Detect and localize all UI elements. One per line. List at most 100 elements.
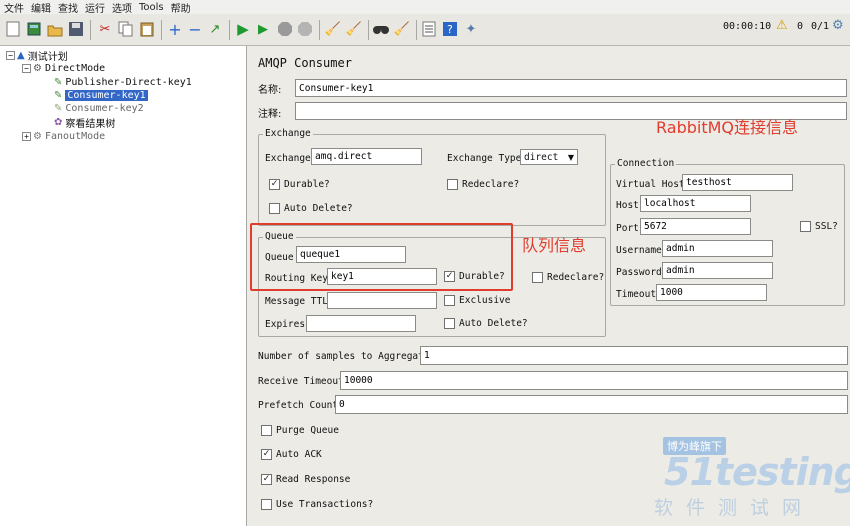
help-icon[interactable]: ? — [441, 20, 459, 38]
port-input[interactable] — [640, 218, 751, 235]
menu-file[interactable]: 文件 — [4, 0, 24, 15]
queue-redeclare-checkbox[interactable]: Redeclare? — [532, 272, 604, 283]
clear-all-icon[interactable]: 🧹 — [345, 20, 363, 38]
menu-run[interactable]: 运行 — [85, 0, 105, 15]
menu-help[interactable]: 帮助 — [171, 0, 191, 15]
prefetch-count-label: Prefetch Count — [258, 400, 339, 411]
open-icon[interactable] — [46, 20, 64, 38]
expand-icon[interactable]: + — [166, 20, 184, 39]
menu-search[interactable]: 查找 — [58, 0, 78, 15]
shutdown-icon[interactable] — [296, 20, 314, 38]
remote-icon[interactable]: ✦ — [462, 20, 480, 38]
toolbar-separator — [161, 20, 162, 40]
purge-queue-checkbox[interactable]: Purge Queue — [261, 425, 339, 436]
checkmark-icon: ✓ — [261, 474, 272, 485]
watermark-subtitle: 软件测试网 — [654, 497, 815, 519]
toolbar-separator — [416, 20, 417, 40]
timeout-label: Timeout — [616, 289, 657, 300]
warning-count: 0 — [797, 21, 804, 32]
elapsed-time: 00:00:10 — [723, 21, 772, 32]
collapse-icon[interactable]: − — [186, 20, 204, 39]
menu-edit[interactable]: 编辑 — [31, 0, 51, 15]
queue-exclusive-checkbox[interactable]: Exclusive — [444, 295, 510, 306]
copy-icon[interactable] — [117, 20, 135, 38]
sampler-icon: ✎ — [54, 103, 63, 114]
host-input[interactable] — [640, 195, 751, 212]
sampler-icon: ✎ — [54, 90, 63, 101]
stop-icon[interactable] — [276, 20, 294, 38]
exchange-input[interactable] — [311, 148, 422, 165]
threads-icon: ⚙ — [832, 18, 844, 33]
expires-input[interactable] — [306, 315, 416, 332]
toolbar: ✂ + − ↗ ▶ ▶ 🧹 🧹 🧹 ? ✦ 00:00:10 ⚠ 0 0/1 ⚙ — [0, 14, 850, 46]
start-no-pause-icon[interactable]: ▶ — [254, 20, 272, 38]
clear-icon[interactable]: 🧹 — [324, 20, 342, 38]
menu-options[interactable]: 选项 — [112, 0, 132, 15]
exchange-durable-checkbox[interactable]: ✓ Durable? — [269, 179, 330, 190]
use-transactions-checkbox[interactable]: Use Transactions? — [261, 499, 373, 510]
password-label: Password — [616, 267, 662, 278]
comment-label: 注释: — [258, 109, 282, 120]
thread-group-icon: ⚙ — [33, 131, 42, 142]
read-response-checkbox[interactable]: ✓ Read Response — [261, 474, 350, 485]
message-ttl-input[interactable] — [327, 292, 437, 309]
function-helper-icon[interactable] — [420, 20, 438, 38]
receive-timeout-label: Receive Timeout — [258, 376, 344, 387]
name-input[interactable] — [295, 79, 847, 97]
message-ttl-label: Message TTL — [265, 296, 328, 307]
paste-icon[interactable] — [138, 20, 156, 38]
warning-icon[interactable]: ⚠ — [776, 18, 788, 33]
ssl-checkbox[interactable]: SSL? — [800, 221, 838, 232]
new-icon[interactable] — [4, 20, 22, 38]
collapse-toggle[interactable]: − — [22, 64, 31, 73]
auto-ack-checkbox[interactable]: ✓ Auto ACK — [261, 449, 322, 460]
annotation-rabbitmq: RabbitMQ连接信息 — [656, 118, 799, 137]
checkmark-icon: ✓ — [269, 179, 280, 190]
sampler-icon: ✎ — [54, 77, 63, 88]
templates-icon[interactable] — [25, 20, 43, 38]
tree-root[interactable]: − ▲ 测试计划 — [6, 49, 68, 63]
checkmark-icon: ✓ — [261, 449, 272, 460]
samples-label: Number of samples to Aggregate — [258, 351, 430, 362]
toggle-icon[interactable]: ↗ — [206, 20, 224, 38]
queue-highlight-box — [250, 223, 513, 291]
queue-auto-delete-checkbox[interactable]: Auto Delete? — [444, 318, 528, 329]
prefetch-count-input[interactable] — [335, 395, 848, 414]
toolbar-separator — [229, 20, 230, 40]
tree-item-consumer-key2[interactable]: ✎ Consumer-key2 — [54, 102, 144, 115]
toolbar-separator — [319, 20, 320, 40]
username-input[interactable] — [662, 240, 773, 257]
test-plan-tree: − ▲ 测试计划 − ⚙ DirectMode ✎ Publisher-Dire… — [0, 46, 247, 526]
expires-label: Expires — [265, 319, 306, 330]
save-icon[interactable] — [67, 20, 85, 38]
exchange-label: Exchange — [265, 153, 311, 164]
tree-item-consumer-key1[interactable]: ✎ Consumer-key1 — [54, 89, 148, 102]
toolbar-separator — [90, 20, 91, 40]
tree-item-publisher[interactable]: ✎ Publisher-Direct-key1 — [54, 76, 192, 89]
collapse-toggle[interactable]: − — [6, 51, 15, 60]
tree-item-results-tree[interactable]: ✿ 察看结果树 — [54, 116, 115, 130]
password-input[interactable] — [662, 262, 773, 279]
virtual-host-input[interactable] — [682, 174, 793, 191]
exchange-type-select[interactable]: direct ▼ — [520, 149, 578, 165]
timeout-input[interactable] — [656, 284, 767, 301]
menu-tools[interactable]: Tools — [139, 2, 164, 13]
name-label: 名称: — [258, 85, 282, 96]
reset-search-icon[interactable]: 🧹 — [393, 20, 411, 38]
search-icon[interactable] — [372, 20, 390, 38]
receive-timeout-input[interactable] — [340, 371, 848, 390]
exchange-redeclare-checkbox[interactable]: Redeclare? — [447, 179, 519, 190]
tree-group-fanout[interactable]: + ⚙ FanoutMode — [22, 130, 105, 143]
tree-group-direct[interactable]: − ⚙ DirectMode — [22, 62, 105, 75]
start-icon[interactable]: ▶ — [234, 20, 252, 38]
exchange-auto-delete-checkbox[interactable]: Auto Delete? — [269, 203, 353, 214]
thread-group-icon: ⚙ — [33, 63, 42, 74]
samples-input[interactable] — [420, 346, 848, 365]
expand-toggle[interactable]: + — [22, 132, 31, 141]
connection-group-title: Connection — [615, 158, 677, 169]
host-label: Host — [616, 200, 639, 211]
exchange-type-label: Exchange Type — [447, 153, 522, 164]
port-label: Port — [616, 223, 639, 234]
cut-icon[interactable]: ✂ — [96, 20, 114, 38]
annotation-queue: 队列信息 — [522, 236, 587, 255]
